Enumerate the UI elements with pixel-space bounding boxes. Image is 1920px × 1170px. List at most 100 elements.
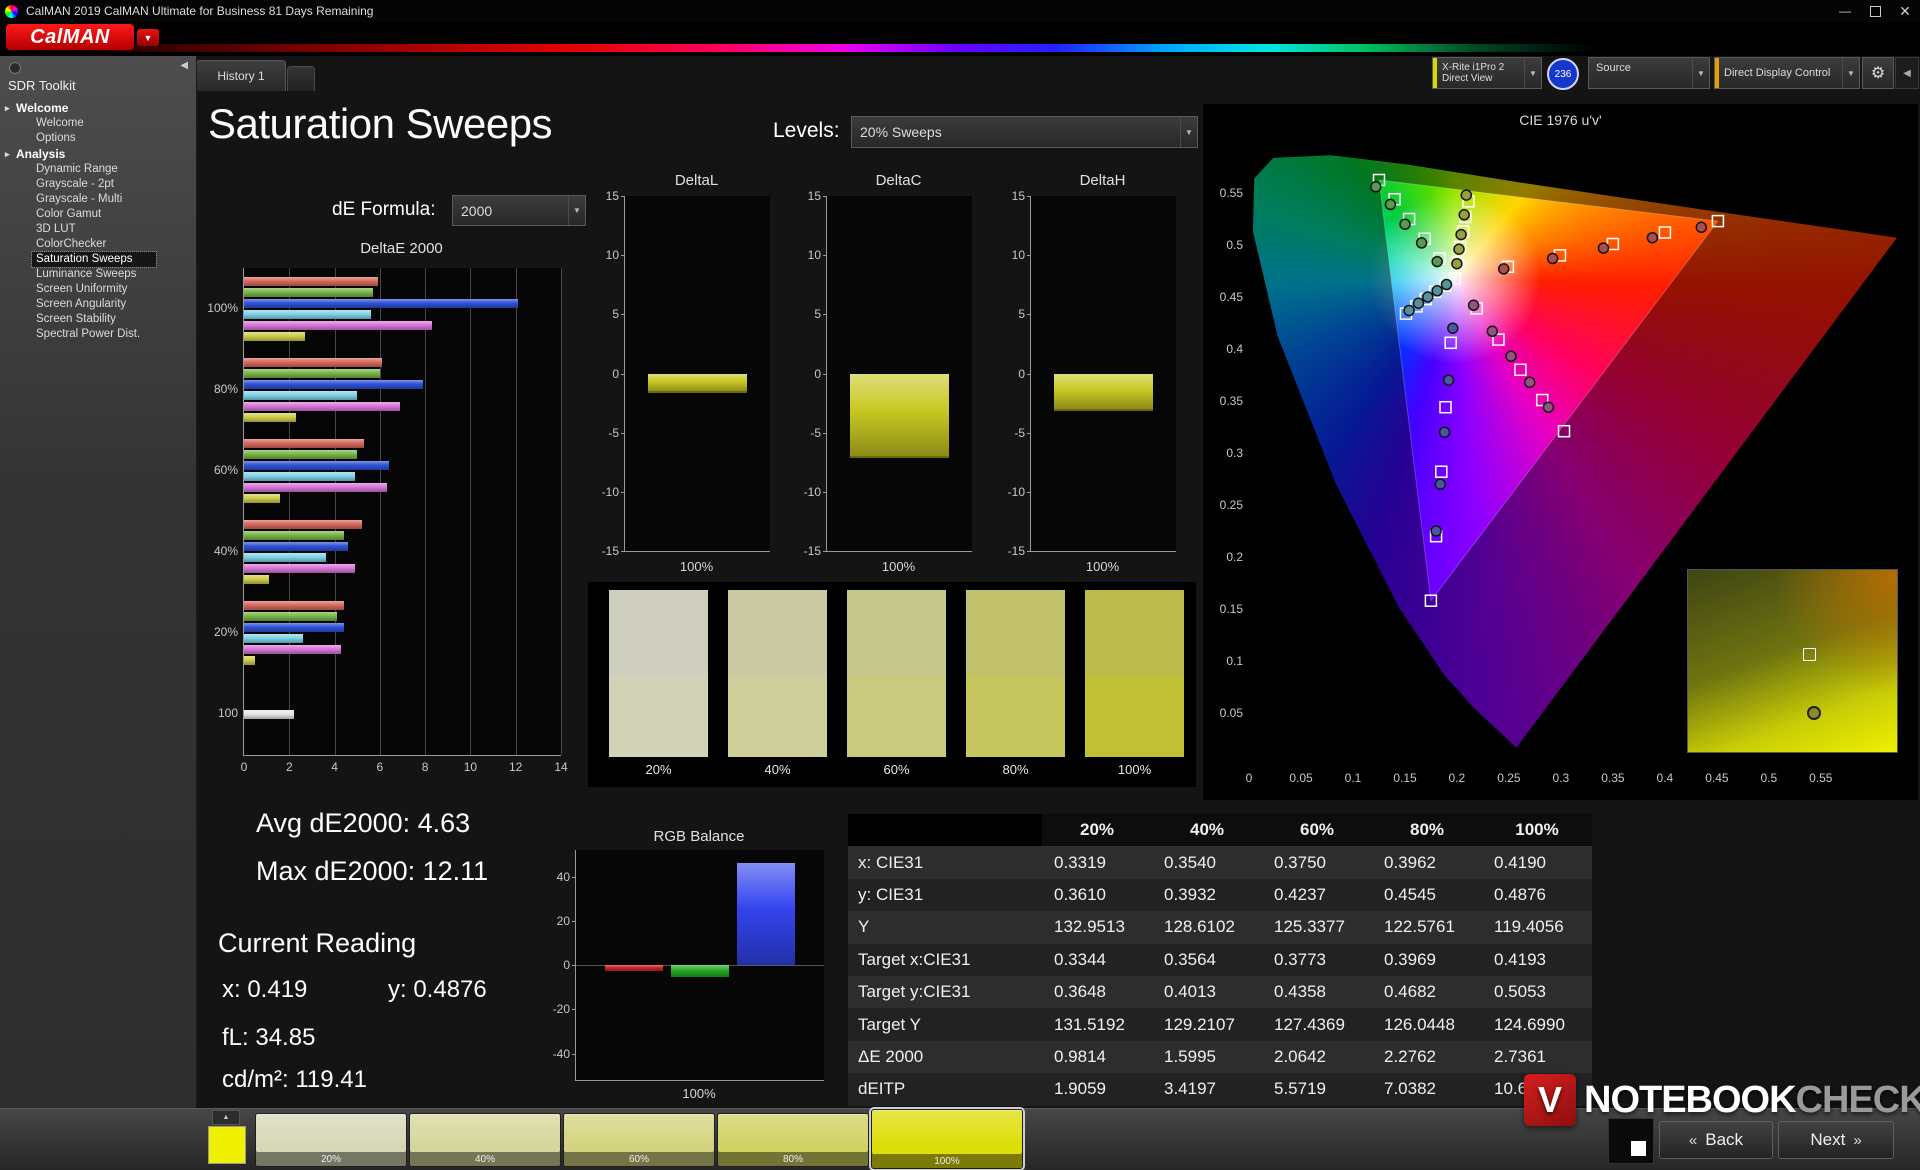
tick-mark [572, 921, 576, 922]
cie-chart-title: CIE 1976 u'v' [1203, 112, 1918, 128]
logo-menu-arrow[interactable]: ▼ [137, 29, 159, 46]
x-tick-label: 2 [269, 760, 309, 774]
table-value-cell: 124.6990 [1482, 1008, 1592, 1040]
measured-cyan-1 [1442, 280, 1452, 290]
tick-mark [823, 255, 827, 256]
x-tick-label: 0 [224, 760, 264, 774]
sidebar-item-grayscale-2pt[interactable]: Grayscale - 2pt [0, 177, 196, 192]
patch-button-20%[interactable]: 20% [255, 1113, 407, 1167]
y-tick-label: 0 [585, 367, 619, 381]
y-tick-label: 15 [787, 189, 821, 203]
sidebar-item-spectral-power-dist-[interactable]: Spectral Power Dist. [0, 327, 196, 342]
swatch-column-40% [728, 590, 827, 757]
patch-button-100%[interactable]: 100% [871, 1109, 1023, 1169]
deltac-bar [850, 374, 949, 459]
history-tab[interactable]: History 1 [196, 60, 286, 91]
cie-y-tick: 0.1 [1209, 654, 1243, 668]
new-tab-button[interactable] [287, 66, 315, 91]
sidebar-item-options[interactable]: Options [0, 131, 196, 146]
deltae-bar-80%-0 [244, 358, 382, 367]
sidebar-item-screen-angularity[interactable]: Screen Angularity [0, 297, 196, 312]
table-value-cell: 129.2107 [1152, 1008, 1262, 1040]
sidebar-item-dynamic-range[interactable]: Dynamic Range [0, 162, 196, 177]
calman-logo[interactable]: CalMAN [6, 24, 134, 50]
y-tick-label: 40 [536, 870, 570, 884]
cie-x-tick: 0.45 [1697, 771, 1737, 785]
table-value-cell: 0.3610 [1042, 879, 1152, 911]
sidebar-item-grayscale-multi[interactable]: Grayscale - Multi [0, 192, 196, 207]
table-value-cell: 0.4358 [1262, 976, 1372, 1008]
sidebar-item-3d-lut[interactable]: 3D LUT [0, 222, 196, 237]
table-value-cell: 2.2762 [1372, 1041, 1482, 1073]
table-row: y: CIE310.36100.39320.42370.45450.4876 [848, 879, 1592, 911]
avg-de2000: Avg dE2000: 4.63 [256, 808, 470, 839]
table-value-cell: 1.5995 [1152, 1041, 1262, 1073]
minimize-button[interactable]: — [1830, 0, 1860, 22]
table-value-cell: 2.7361 [1482, 1041, 1592, 1073]
tree-expander-icon[interactable]: ▸ [5, 146, 10, 162]
patch-label: 60% [564, 1154, 714, 1165]
patch-button-60%[interactable]: 60% [563, 1113, 715, 1167]
deltal-bar [648, 374, 747, 394]
meter-dropdown[interactable]: X-Rite i1Pro 2 Direct View ▼ [1432, 57, 1542, 89]
sidebar-item-screen-uniformity[interactable]: Screen Uniformity [0, 282, 196, 297]
table-value-cell: 3.4197 [1152, 1073, 1262, 1105]
spectrum-strip [0, 44, 1920, 52]
table-value-cell: 125.3377 [1262, 911, 1372, 943]
close-button[interactable]: ✕ [1890, 0, 1920, 22]
measured-green-5 [1371, 182, 1381, 192]
tick-mark [572, 1009, 576, 1010]
settings-button[interactable]: ⚙ [1862, 57, 1894, 89]
y-tick-label: 0 [536, 958, 570, 972]
x-tick-label: 14 [541, 760, 581, 774]
rgb-bar-green [671, 965, 729, 977]
sidebar-item-saturation-sweeps[interactable]: Saturation Sweeps [32, 252, 156, 267]
patch-button-40%[interactable]: 40% [409, 1113, 561, 1167]
deltae-group-label: 100% [198, 301, 238, 315]
meter-count-badge[interactable]: 236 [1547, 58, 1579, 90]
table-value-cell: 0.3540 [1152, 846, 1262, 878]
deltae-chart: 02468101214100%80%60%40%20%100 [243, 268, 561, 756]
deltac-chart-title: DeltaC [826, 172, 971, 189]
table-value-cell: 127.4369 [1262, 1008, 1372, 1040]
measured-magenta-5 [1543, 402, 1553, 412]
deltae-group-label: 20% [198, 625, 238, 639]
tree-expander-icon[interactable]: ▸ [5, 100, 10, 116]
table-row: Target y:CIE310.36480.40130.43580.46820.… [848, 976, 1592, 1008]
measured-blue-5 [1431, 526, 1441, 536]
table-row-label: dEITP [848, 1073, 1042, 1105]
sidebar-item-welcome[interactable]: Welcome [0, 116, 196, 131]
sidebar-item-screen-stability[interactable]: Screen Stability [0, 312, 196, 327]
sidebar-item-luminance-sweeps[interactable]: Luminance Sweeps [0, 267, 196, 282]
deltae-bar-20%-5 [244, 656, 255, 665]
y-tick-label: 15 [991, 189, 1025, 203]
cie-x-tick: 0.35 [1593, 771, 1633, 785]
table-corner-cell [848, 814, 1042, 846]
back-button[interactable]: « Back [1659, 1121, 1773, 1159]
next-button[interactable]: Next » [1778, 1121, 1894, 1159]
sidebar-collapse-icon[interactable]: ◀ [180, 60, 188, 71]
sidebar-section-welcome[interactable]: ▸Welcome [0, 100, 196, 116]
panel-collapse-button[interactable]: ◀ [1895, 57, 1919, 89]
levels-value: 20% Sweeps [860, 124, 942, 140]
levels-dropdown[interactable]: 20% Sweeps ▼ [851, 116, 1198, 148]
cie-x-tick: 0.25 [1489, 771, 1529, 785]
de-formula-dropdown[interactable]: 2000 ▼ [452, 195, 586, 226]
source-dropdown[interactable]: Source ▼ [1588, 57, 1710, 89]
patch-label: 20% [256, 1154, 406, 1165]
sidebar-section-analysis[interactable]: ▸Analysis [0, 146, 196, 162]
table-value-cell: 0.3932 [1152, 879, 1262, 911]
patch-button-80%[interactable]: 80% [717, 1113, 869, 1167]
cie-y-tick: 0.3 [1209, 446, 1243, 460]
sidebar-item-color-gamut[interactable]: Color Gamut [0, 207, 196, 222]
tick-mark [621, 374, 625, 375]
display-control-dropdown[interactable]: Direct Display Control ▼ [1714, 57, 1860, 89]
gridline [289, 268, 290, 755]
y-tick-label: 5 [991, 307, 1025, 321]
sidebar-item-colorchecker[interactable]: ColorChecker [0, 237, 196, 252]
tick-mark [823, 492, 827, 493]
patch-panel-arrow[interactable]: ▲ [212, 1110, 240, 1125]
deltae-bar-60%-5 [244, 494, 280, 503]
target-swatch-80% [966, 676, 1065, 757]
maximize-button[interactable] [1860, 0, 1890, 22]
